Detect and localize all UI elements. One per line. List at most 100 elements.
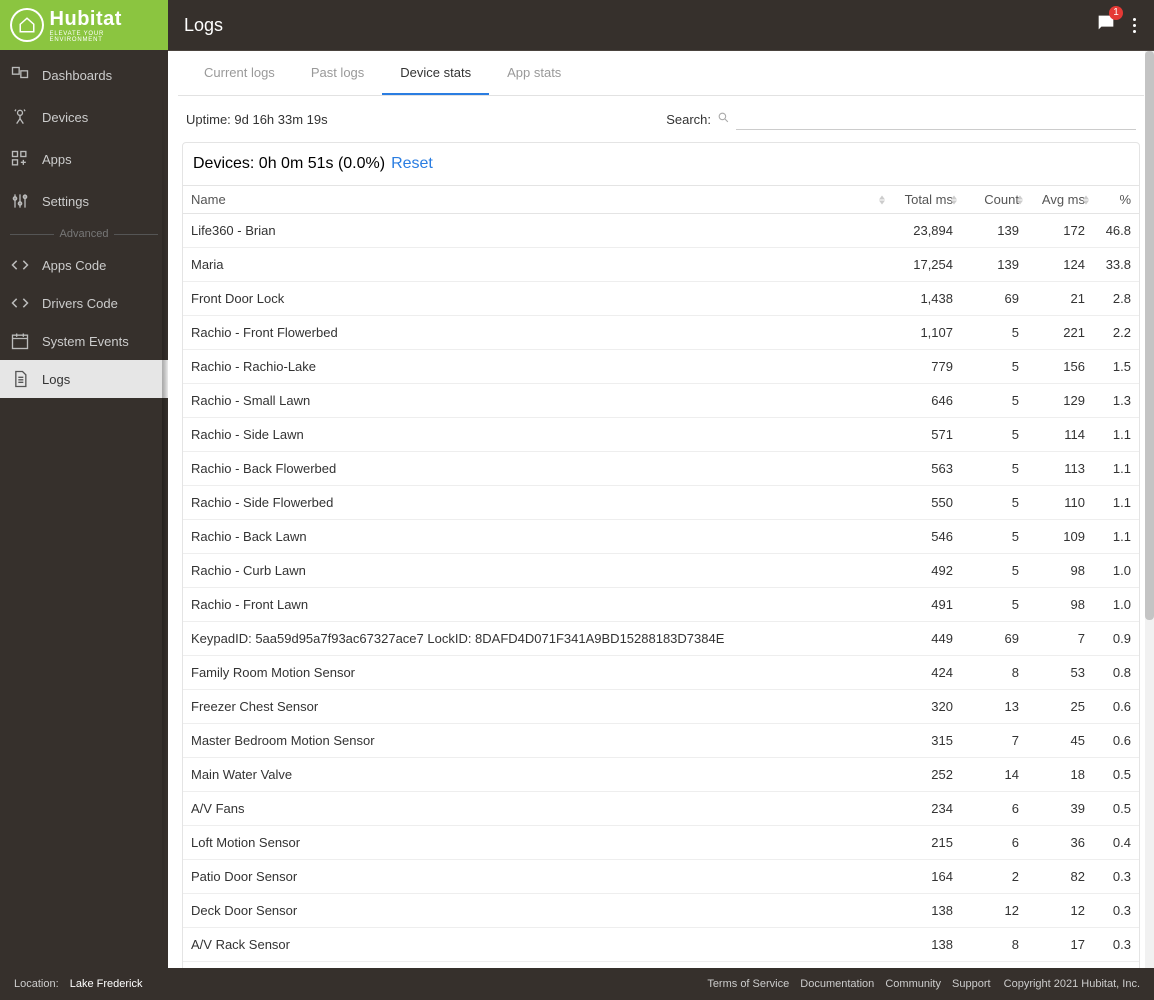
cell-total-ms: 252 bbox=[889, 758, 961, 792]
cell-total-ms: 491 bbox=[889, 588, 961, 622]
table-row[interactable]: Freezer Chest Sensor32013250.6 bbox=[183, 690, 1139, 724]
cell-count: 139 bbox=[961, 214, 1027, 248]
cell-percent: 0.3 bbox=[1093, 894, 1139, 928]
brand-tagline: ELEVATE YOUR ENVIRONMENT bbox=[50, 31, 158, 43]
cell-count: 5 bbox=[961, 350, 1027, 384]
tab-device-stats[interactable]: Device stats bbox=[382, 51, 489, 95]
table-row[interactable]: Deck Door Sensor13812120.3 bbox=[183, 894, 1139, 928]
table-row[interactable]: A/V Fans2346390.5 bbox=[183, 792, 1139, 826]
cell-name: Life360 - Brian bbox=[183, 214, 889, 248]
footer-link-community[interactable]: Community bbox=[885, 978, 941, 990]
cell-total-ms: 90 bbox=[889, 962, 961, 969]
col-total-ms[interactable]: Total ms bbox=[889, 186, 961, 214]
cell-name: Family Room Motion Sensor bbox=[183, 656, 889, 690]
cell-total-ms: 779 bbox=[889, 350, 961, 384]
table-row[interactable]: Front Door Lock1,43869212.8 bbox=[183, 282, 1139, 316]
sidebar-item-label: System Events bbox=[42, 334, 129, 349]
sidebar-item-label: Dashboards bbox=[42, 68, 112, 83]
sidebar-item-settings[interactable]: Settings bbox=[0, 180, 168, 222]
cell-avg-ms: 45 bbox=[1027, 724, 1093, 758]
tab-current-logs[interactable]: Current logs bbox=[186, 51, 293, 95]
table-row[interactable]: Rachio - Side Flowerbed55051101.1 bbox=[183, 486, 1139, 520]
sidebar-item-label: Apps Code bbox=[42, 258, 106, 273]
sidebar-item-dashboards[interactable]: Dashboards bbox=[0, 54, 168, 96]
table-row[interactable]: Exercise Room Window Sensor902450.2 bbox=[183, 962, 1139, 969]
table-row[interactable]: Rachio - Back Lawn54651091.1 bbox=[183, 520, 1139, 554]
sidebar-item-apps-code[interactable]: Apps Code bbox=[0, 246, 168, 284]
sidebar-item-drivers-code[interactable]: Drivers Code bbox=[0, 284, 168, 322]
cell-total-ms: 1,438 bbox=[889, 282, 961, 316]
col-percent[interactable]: % bbox=[1093, 186, 1139, 214]
devices-icon bbox=[10, 107, 30, 127]
reset-link[interactable]: Reset bbox=[391, 155, 433, 173]
table-row[interactable]: Patio Door Sensor1642820.3 bbox=[183, 860, 1139, 894]
sort-icon bbox=[951, 195, 957, 204]
notifications-button[interactable]: 1 bbox=[1095, 12, 1117, 39]
more-menu-button[interactable] bbox=[1129, 14, 1140, 37]
cell-name: A/V Rack Sensor bbox=[183, 928, 889, 962]
cell-avg-ms: 98 bbox=[1027, 588, 1093, 622]
scrollbar-thumb[interactable] bbox=[1145, 51, 1154, 620]
cell-percent: 1.5 bbox=[1093, 350, 1139, 384]
cell-name: Rachio - Front Lawn bbox=[183, 588, 889, 622]
cell-total-ms: 563 bbox=[889, 452, 961, 486]
footer-link-tos[interactable]: Terms of Service bbox=[707, 978, 789, 990]
table-row[interactable]: Family Room Motion Sensor4248530.8 bbox=[183, 656, 1139, 690]
sidebar-item-devices[interactable]: Devices bbox=[0, 96, 168, 138]
table-row[interactable]: Rachio - Side Lawn57151141.1 bbox=[183, 418, 1139, 452]
col-avg-ms[interactable]: Avg ms bbox=[1027, 186, 1093, 214]
footer-link-support[interactable]: Support bbox=[952, 978, 991, 990]
search-icon bbox=[717, 111, 730, 127]
col-count[interactable]: Count bbox=[961, 186, 1027, 214]
sidebar-item-system-events[interactable]: System Events bbox=[0, 322, 168, 360]
table-row[interactable]: Loft Motion Sensor2156360.4 bbox=[183, 826, 1139, 860]
tab-past-logs[interactable]: Past logs bbox=[293, 51, 382, 95]
cell-total-ms: 546 bbox=[889, 520, 961, 554]
table-row[interactable]: Rachio - Front Lawn4915981.0 bbox=[183, 588, 1139, 622]
cell-name: KeypadID: 5aa59d95a7f93ac67327ace7 LockI… bbox=[183, 622, 889, 656]
cell-percent: 1.1 bbox=[1093, 418, 1139, 452]
table-row[interactable]: Master Bedroom Motion Sensor3157450.6 bbox=[183, 724, 1139, 758]
scrollbar-track[interactable] bbox=[1145, 51, 1154, 968]
sidebar-item-label: Apps bbox=[42, 152, 72, 167]
location-link[interactable]: Lake Frederick bbox=[70, 978, 143, 990]
table-row[interactable]: Rachio - Curb Lawn4925981.0 bbox=[183, 554, 1139, 588]
col-name[interactable]: Name bbox=[183, 186, 889, 214]
cell-percent: 46.8 bbox=[1093, 214, 1139, 248]
cell-avg-ms: 82 bbox=[1027, 860, 1093, 894]
cell-name: Master Bedroom Motion Sensor bbox=[183, 724, 889, 758]
logo[interactable]: Hubitat ELEVATE YOUR ENVIRONMENT bbox=[0, 0, 168, 50]
table-row[interactable]: Life360 - Brian23,89413917246.8 bbox=[183, 214, 1139, 248]
cell-total-ms: 17,254 bbox=[889, 248, 961, 282]
cell-count: 7 bbox=[961, 724, 1027, 758]
table-row[interactable]: Rachio - Front Flowerbed1,10752212.2 bbox=[183, 316, 1139, 350]
cell-percent: 33.8 bbox=[1093, 248, 1139, 282]
cell-total-ms: 138 bbox=[889, 894, 961, 928]
table-row[interactable]: Rachio - Rachio-Lake77951561.5 bbox=[183, 350, 1139, 384]
cell-avg-ms: 129 bbox=[1027, 384, 1093, 418]
cell-percent: 0.6 bbox=[1093, 690, 1139, 724]
table-row[interactable]: KeypadID: 5aa59d95a7f93ac67327ace7 LockI… bbox=[183, 622, 1139, 656]
cell-percent: 1.3 bbox=[1093, 384, 1139, 418]
cell-total-ms: 23,894 bbox=[889, 214, 961, 248]
table-row[interactable]: Main Water Valve25214180.5 bbox=[183, 758, 1139, 792]
cell-count: 2 bbox=[961, 962, 1027, 969]
cell-count: 8 bbox=[961, 656, 1027, 690]
code-icon bbox=[10, 255, 30, 275]
sidebar-item-logs[interactable]: Logs bbox=[0, 360, 168, 398]
table-row[interactable]: Rachio - Back Flowerbed56351131.1 bbox=[183, 452, 1139, 486]
apps-icon bbox=[10, 149, 30, 169]
dashboards-icon bbox=[10, 65, 30, 85]
code-icon bbox=[10, 293, 30, 313]
device-stats-table: Name Total ms Count bbox=[183, 186, 1139, 968]
calendar-icon bbox=[10, 331, 30, 351]
search-input[interactable] bbox=[736, 108, 1136, 130]
sidebar-item-apps[interactable]: Apps bbox=[0, 138, 168, 180]
sidebar: Dashboards Devices Apps Settings Advance… bbox=[0, 50, 168, 968]
sidebar-item-label: Drivers Code bbox=[42, 296, 118, 311]
table-row[interactable]: Maria17,25413912433.8 bbox=[183, 248, 1139, 282]
footer-link-docs[interactable]: Documentation bbox=[800, 978, 874, 990]
tab-app-stats[interactable]: App stats bbox=[489, 51, 579, 95]
table-row[interactable]: Rachio - Small Lawn64651291.3 bbox=[183, 384, 1139, 418]
table-row[interactable]: A/V Rack Sensor1388170.3 bbox=[183, 928, 1139, 962]
